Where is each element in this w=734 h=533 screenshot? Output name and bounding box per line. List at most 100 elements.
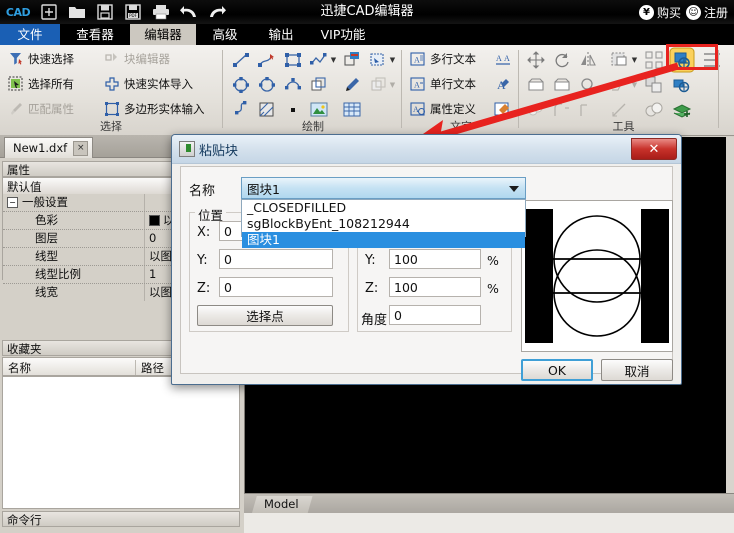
tab-editor[interactable]: 编辑器 (130, 24, 196, 45)
insert-block-icon[interactable] (341, 49, 363, 71)
rectangle-icon[interactable] (282, 49, 304, 71)
register-label: 注册 (704, 4, 728, 21)
mirror-icon[interactable] (577, 49, 599, 71)
extend-icon[interactable] (551, 74, 573, 96)
save-icon[interactable] (92, 1, 118, 23)
block-name-combobox[interactable]: 图块1 (241, 177, 526, 199)
menu-tab-bar: 文件 查看器 编辑器 高级 输出 VIP功能 (0, 24, 734, 45)
cancel-button[interactable]: 取消 (601, 359, 673, 381)
scale-z-input[interactable]: 100 (389, 277, 481, 297)
array-icon[interactable] (609, 49, 631, 71)
trim-icon[interactable] (525, 74, 547, 96)
quick-select-button[interactable]: 快速选择 (8, 51, 74, 67)
scale-y-input[interactable]: 100 (389, 249, 481, 269)
match-properties-button[interactable]: 匹配属性 (8, 101, 74, 117)
chevron-down-icon[interactable] (509, 186, 519, 192)
tab-model[interactable]: Model (252, 496, 313, 513)
tab-output[interactable]: 输出 (254, 24, 308, 45)
text-style-icon[interactable]: A (492, 74, 514, 96)
new-file-icon[interactable] (36, 1, 62, 23)
arc-circle-icon[interactable] (256, 74, 278, 96)
polyline-dropdown-caret-icon[interactable]: ▼ (330, 49, 337, 71)
redo-icon[interactable] (204, 1, 230, 23)
block-preview (521, 200, 673, 352)
scale-icon[interactable] (577, 74, 599, 96)
tab-viewer[interactable]: 查看器 (62, 24, 128, 45)
svg-text:A: A (414, 56, 420, 65)
move-icon[interactable] (525, 49, 547, 71)
tab-advanced[interactable]: 高级 (198, 24, 252, 45)
favorites-list[interactable] (2, 376, 240, 509)
block-editor-button[interactable]: 块编辑器 (104, 51, 170, 67)
tab-file[interactable]: 文件 (0, 24, 60, 45)
title-bar: CAD PDF 迅捷CAD编辑器 ¥ 购买 ☺ 注册 (0, 0, 734, 24)
property-group-label: 一般设置 (22, 194, 68, 211)
chamfer-icon[interactable] (609, 74, 631, 96)
text-align-icon[interactable]: AA (492, 49, 514, 71)
vertical-scrollbar[interactable] (726, 137, 734, 493)
property-group-name: − 一般设置 (3, 194, 143, 211)
multiline-text-button[interactable]: A 多行文本 (410, 51, 476, 67)
polygon-icon (104, 101, 120, 117)
position-y-input[interactable]: 0 (219, 249, 333, 269)
align-icon[interactable] (701, 49, 723, 71)
block-tool-icon[interactable] (367, 49, 389, 71)
position-z-input[interactable]: 0 (219, 277, 333, 297)
pick-point-icon[interactable] (341, 74, 363, 96)
brush-icon (8, 101, 24, 117)
close-icon[interactable]: × (73, 141, 88, 156)
dialog-close-button[interactable]: ✕ (631, 138, 677, 160)
group-icon[interactable] (643, 74, 665, 96)
block-preview-drawing (522, 201, 672, 351)
register-button[interactable]: ☺ 注册 (686, 4, 728, 21)
buy-button[interactable]: ¥ 购买 (639, 4, 681, 21)
polyline-icon[interactable] (308, 49, 330, 71)
polygon-entity-input-button[interactable]: 多边形实体输入 (104, 101, 205, 117)
favorites-column-name: 名称 (8, 360, 31, 376)
arc-icon[interactable] (282, 74, 304, 96)
list-item[interactable]: _CLOSEDFILLED (242, 200, 525, 216)
bottom-strip (244, 513, 734, 533)
save-pdf-icon[interactable]: PDF (120, 1, 146, 23)
document-tab-new1dxf[interactable]: New1.dxf × (4, 137, 93, 158)
open-folder-icon[interactable] (64, 1, 90, 23)
undo-icon[interactable] (176, 1, 202, 23)
block-tool-dropdown-caret-icon[interactable]: ▼ (389, 49, 396, 71)
tab-vip[interactable]: VIP功能 (310, 24, 376, 45)
explode-icon[interactable] (643, 49, 665, 71)
pick-point-button[interactable]: 选择点 (197, 305, 333, 326)
ribbon-group-draw: ▼ ▼ ▼ (225, 45, 401, 135)
block-name-dropdown-list[interactable]: _CLOSEDFILLED sgBlockByEnt_108212944 图块1 (241, 199, 526, 237)
print-icon[interactable] (148, 1, 174, 23)
dialog-title: 粘贴块 (199, 140, 238, 159)
single-line-text-button[interactable]: A 单行文本 (410, 76, 476, 92)
collapse-icon[interactable]: − (7, 197, 18, 208)
polyline-edit-icon[interactable] (256, 49, 278, 71)
paste-block-icon[interactable] (669, 47, 691, 69)
list-item[interactable]: sgBlockByEnt_108212944 (242, 216, 525, 232)
mtext-icon: A (410, 51, 426, 67)
list-item[interactable]: 图块1 (242, 232, 525, 248)
attribute-definition-button[interactable]: A 属性定义 (410, 101, 476, 117)
select-all-button[interactable]: 选择所有 (8, 76, 74, 92)
quick-access-toolbar: CAD PDF (2, 1, 230, 23)
name-label: 名称 (189, 180, 215, 199)
rotate-icon[interactable] (551, 49, 573, 71)
copy-block-icon[interactable] (671, 74, 693, 96)
block-edit-icon (104, 51, 120, 67)
angle-input[interactable]: 0 (389, 305, 481, 325)
copy-entity-icon[interactable] (308, 74, 330, 96)
quick-entity-import-button[interactable]: 快速实体导入 (104, 76, 193, 92)
attribute-definition-label: 属性定义 (430, 101, 476, 117)
attrdef-icon: A (410, 101, 426, 117)
clone-dropdown-caret-icon[interactable]: ▼ (389, 74, 396, 96)
single-line-text-label: 单行文本 (430, 76, 476, 92)
chamfer-dropdown-caret-icon[interactable]: ▼ (631, 74, 638, 96)
color-swatch-icon (149, 215, 160, 226)
circle-icon[interactable] (230, 74, 252, 96)
array-dropdown-caret-icon[interactable]: ▼ (631, 49, 638, 71)
clone-disabled-icon[interactable] (367, 74, 389, 96)
line-icon[interactable] (230, 49, 252, 71)
position-z-label: Z: (197, 281, 210, 296)
ok-button[interactable]: OK (521, 359, 593, 381)
